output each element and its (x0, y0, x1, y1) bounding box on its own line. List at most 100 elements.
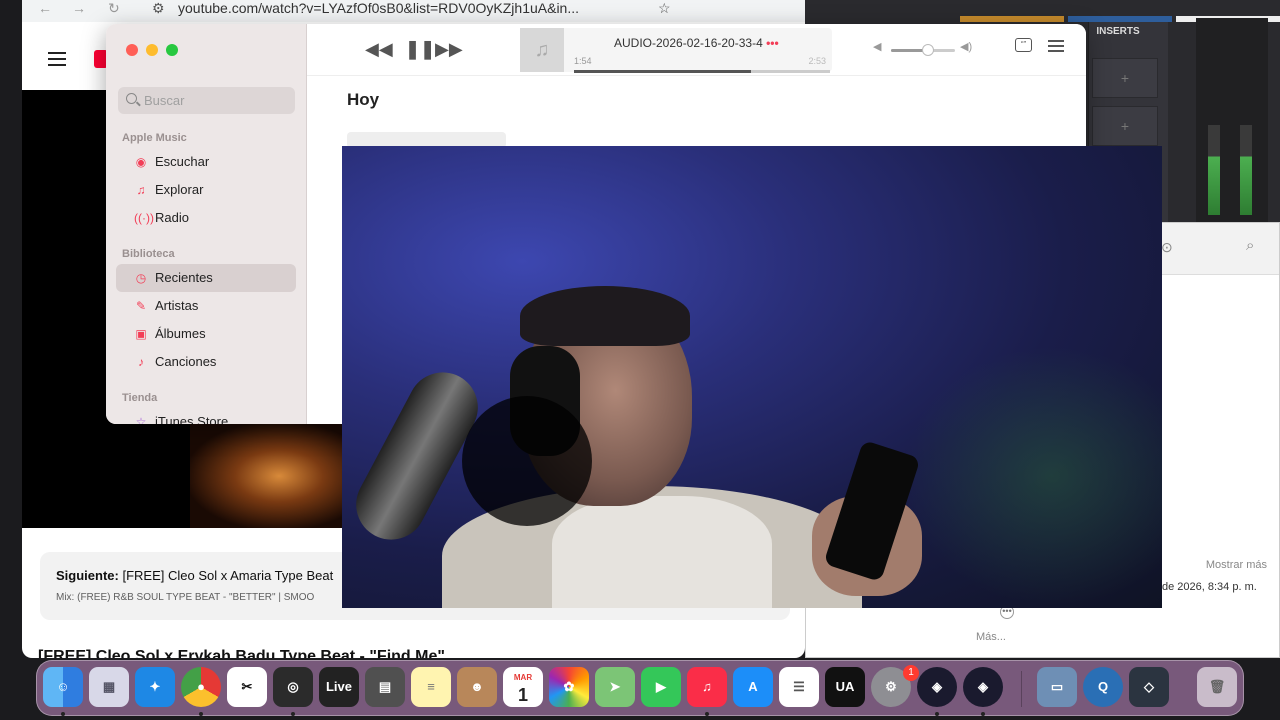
sidebar-item-label: Artistas (155, 298, 199, 313)
search-placeholder: Buscar (144, 93, 185, 108)
now-playing-lcd[interactable]: ♫ AUDIO-2026-02-16-20-33-4 ••• 1:54 2:53 (520, 28, 832, 73)
lyrics-icon[interactable]: “” (1015, 38, 1032, 52)
chrome-icon[interactable]: ● (181, 667, 221, 707)
address-bar[interactable]: youtube.com/watch?v=LYAzfOf0sB0&list=RDV… (178, 0, 579, 16)
sidebar-item-albumes[interactable]: ▣ Álbumes (116, 320, 296, 348)
level-meter-right (1240, 125, 1252, 215)
sidebar-item-label: Recientes (155, 270, 213, 285)
running-indicator (981, 712, 985, 716)
track-more-button[interactable]: ••• (766, 36, 779, 50)
section-apple-music: Apple Music (122, 132, 187, 144)
sidebar-item-canciones[interactable]: ♪ Canciones (116, 348, 296, 376)
music-note-icon: ♫ (520, 28, 564, 72)
running-indicator (935, 712, 939, 716)
running-indicator (199, 712, 203, 716)
star-icon[interactable]: ☆ (658, 0, 671, 17)
reload-icon[interactable]: ↻ (108, 0, 120, 17)
insert-slot-2[interactable]: + (1092, 106, 1158, 146)
sidebar-item-itunes-store[interactable]: ☆ iTunes Store (116, 408, 296, 424)
close-window-button[interactable] (126, 44, 138, 56)
player-toolbar: ◀◀ ❚❚ ▶▶ ♫ AUDIO-2026-02-16-20-33-4 ••• … (307, 24, 1086, 76)
track-title: AUDIO-2026-02-16-20-33-4 (614, 36, 763, 50)
pop-filter (462, 396, 592, 526)
volume-knob[interactable] (922, 44, 935, 56)
capcut-icon[interactable]: ✂ (227, 667, 267, 707)
contacts-icon[interactable]: ☻ (457, 667, 497, 707)
sidebar-item-recientes[interactable]: ◷ Recientes (116, 264, 296, 292)
music-icon[interactable]: ♫ (687, 667, 727, 707)
calendar-day: 1 (517, 685, 528, 705)
trash-icon[interactable]: 🗑 (1197, 667, 1237, 707)
show-more-link[interactable]: Mostrar más (1206, 559, 1267, 571)
music-note-icon: ♫ (136, 183, 146, 197)
ableton-live-icon[interactable]: Live (319, 667, 359, 707)
preview-icon[interactable]: ▭ (1037, 667, 1077, 707)
photos-icon[interactable]: ✿ (549, 667, 589, 707)
next-track-icon[interactable]: ▶▶ (435, 37, 463, 61)
queue-list-icon[interactable] (1048, 40, 1064, 52)
facetime-icon[interactable]: ▶ (641, 667, 681, 707)
sidebar-item-label: Explorar (155, 182, 204, 197)
next-up-title: [FREE] Cleo Sol x Amaria Type Beat (122, 568, 334, 583)
minimize-window-button[interactable] (146, 44, 158, 56)
more-options-icon[interactable]: ⊙ (1161, 239, 1173, 256)
sidebar-item-explorar[interactable]: ♫ Explorar (116, 176, 296, 204)
notes-icon[interactable]: ≡ (411, 667, 451, 707)
more-label[interactable]: Más... (976, 631, 1006, 643)
app-store-icon[interactable]: A (733, 667, 773, 707)
obs-icon[interactable]: ◎ (273, 667, 313, 707)
finder-icon[interactable]: ☺ (43, 667, 83, 707)
dock: ☺ ▦ ✦ ● ✂ ◎ Live ▤ ≡ ☻ MAR 1 ✿ ➤ ▶ ♫ A ☰… (36, 660, 1244, 716)
zoom-window-button[interactable] (166, 44, 178, 56)
console-icon[interactable]: ◈ (963, 667, 1003, 707)
background-glow (902, 346, 1162, 606)
search-icon (126, 93, 137, 104)
microphone-icon: ✎ (135, 299, 147, 313)
video-frame (190, 424, 352, 528)
play-circle-icon: ◉ (135, 155, 147, 169)
reminders-icon[interactable]: ☰ (779, 667, 819, 707)
calendar-month: MAR (513, 673, 533, 682)
sidebar-item-label: Álbumes (155, 326, 206, 341)
next-up-line: Siguiente: [FREE] Cleo Sol x Amaria Type… (56, 568, 333, 583)
apollo-icon[interactable]: ◈ (917, 667, 957, 707)
browser-toolbar: ← → ↻ ⚙ youtube.com/watch?v=LYAzfOf0sB0&… (22, 0, 805, 22)
music-note-icon: ♪ (138, 355, 144, 369)
next-up-label: Siguiente: (56, 568, 119, 583)
calendar-icon[interactable]: MAR 1 (503, 667, 543, 707)
level-meter-left (1208, 125, 1220, 215)
menu-icon[interactable] (48, 52, 66, 66)
sidebar-item-label: iTunes Store (155, 414, 229, 424)
running-indicator (61, 712, 65, 716)
running-indicator (291, 712, 295, 716)
search-field[interactable]: Buscar (118, 87, 295, 114)
sidebar-item-label: Canciones (155, 354, 217, 369)
now-playing-title: AUDIO-2026-02-16-20-33-4 ••• (614, 36, 779, 50)
inserts-label: INSERTS (1096, 26, 1140, 37)
volume-high-icon: ◀) (960, 41, 973, 53)
insert-slot-1[interactable]: + (1092, 58, 1158, 98)
settings-badge: 1 (903, 665, 919, 681)
ua-connect-icon[interactable]: UA (825, 667, 865, 707)
maps-icon[interactable]: ➤ (595, 667, 635, 707)
search-icon[interactable]: ⌕ (1246, 237, 1254, 254)
calculator-icon[interactable]: ▤ (365, 667, 405, 707)
progress-fill (574, 70, 751, 73)
sidebar-item-artistas[interactable]: ✎ Artistas (116, 292, 296, 320)
forward-arrow-icon[interactable]: → (72, 0, 86, 16)
launchpad-icon[interactable]: ▦ (89, 667, 129, 707)
back-arrow-icon[interactable]: ← (38, 0, 52, 16)
volume-slider[interactable] (891, 44, 955, 56)
site-info-icon[interactable]: ⚙ (152, 0, 165, 17)
pause-icon[interactable]: ❚❚ (405, 37, 435, 61)
previous-track-icon[interactable]: ◀◀ (365, 37, 393, 61)
apps-folder-icon[interactable]: ◇ (1129, 667, 1169, 707)
dock-separator (1021, 671, 1022, 707)
tank-top (552, 496, 772, 608)
sidebar-item-escuchar[interactable]: ◉ Escuchar (116, 148, 296, 176)
star-icon: ☆ (135, 415, 147, 424)
playback-progress[interactable] (574, 70, 830, 73)
safari-icon[interactable]: ✦ (135, 667, 175, 707)
quicktime-icon[interactable]: Q (1083, 667, 1123, 707)
sidebar-item-radio[interactable]: ((·)) Radio (116, 204, 296, 232)
